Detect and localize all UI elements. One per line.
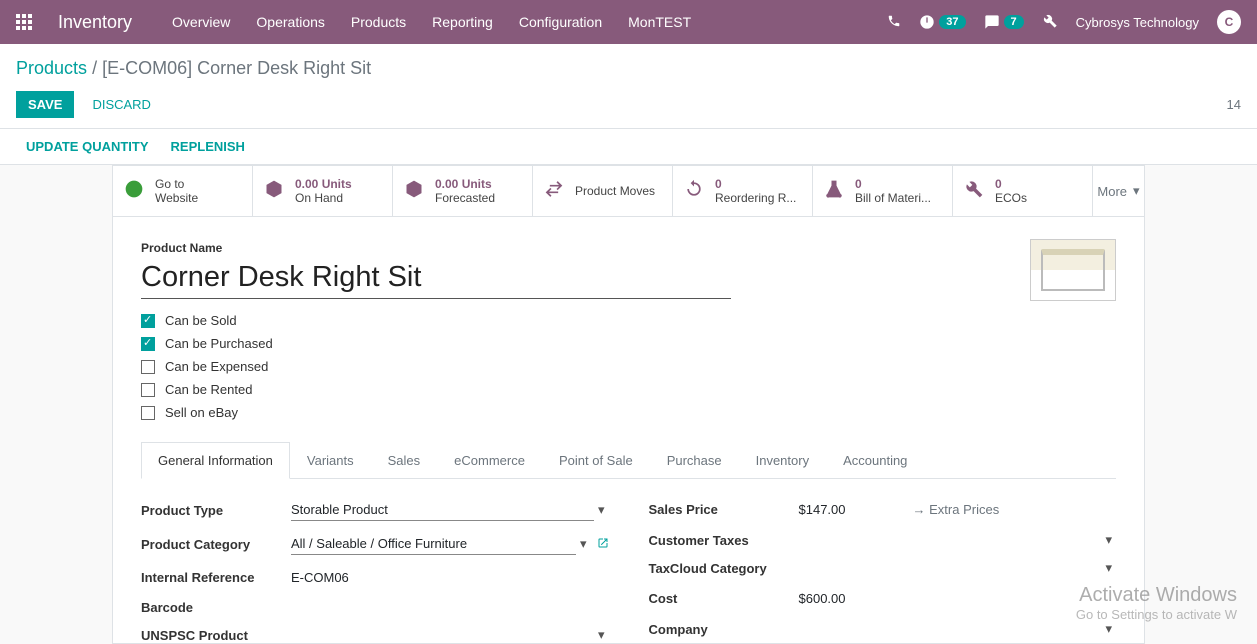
check-can-be-purchased[interactable]: Can be Purchased — [141, 336, 1116, 351]
stat-moves[interactable]: Product Moves — [533, 166, 673, 216]
brand[interactable]: Inventory — [58, 12, 132, 33]
action-bar: SAVE DISCARD 14 — [0, 87, 1257, 129]
tab-pos[interactable]: Point of Sale — [542, 442, 650, 478]
user-name[interactable]: Cybrosys Technology — [1076, 15, 1199, 30]
tab-accounting[interactable]: Accounting — [826, 442, 924, 478]
label-barcode: Barcode — [141, 600, 291, 615]
chat-icon[interactable]: 7 — [984, 14, 1024, 30]
sub-action-bar: UPDATE QUANTITY REPLENISH — [0, 129, 1257, 165]
tab-general-information[interactable]: General Information — [141, 442, 290, 479]
label-internal-ref: Internal Reference — [141, 570, 291, 585]
wrench-icon — [963, 179, 985, 204]
nav-reporting[interactable]: Reporting — [432, 14, 493, 30]
input-cost[interactable]: $600.00 — [799, 588, 1117, 609]
input-product-category[interactable]: All / Saleable / Office Furniture — [291, 533, 576, 555]
check-can-be-sold[interactable]: Can be Sold — [141, 313, 1116, 328]
cubes-icon — [263, 179, 285, 204]
activity-badge: 37 — [939, 15, 965, 29]
label-unspsc: UNSPSC Product — [141, 628, 291, 643]
top-nav: Overview Operations Products Reporting C… — [172, 14, 691, 30]
topbar: Inventory Overview Operations Products R… — [0, 0, 1257, 44]
tabs: General Information Variants Sales eComm… — [141, 442, 1116, 479]
chevron-down-icon[interactable]: ▾ — [576, 536, 591, 552]
nav-configuration[interactable]: Configuration — [519, 14, 602, 30]
input-internal-ref[interactable]: E-COM06 — [291, 567, 609, 588]
breadcrumb: Products / [E-COM06] Corner Desk Right S… — [0, 44, 1257, 87]
stat-buttons: Go toWebsite 0.00 UnitsOn Hand 0.00 Unit… — [113, 166, 1144, 217]
label-customer-taxes: Customer Taxes — [649, 533, 799, 548]
chat-badge: 7 — [1004, 15, 1024, 29]
form-sheet: Go toWebsite 0.00 UnitsOn Hand 0.00 Unit… — [112, 165, 1145, 644]
stat-forecast[interactable]: 0.00 UnitsForecasted — [393, 166, 533, 216]
chevron-down-icon[interactable]: ▾ — [594, 627, 609, 643]
globe-icon — [123, 179, 145, 204]
wrench-icon[interactable] — [1042, 13, 1058, 32]
product-name-label: Product Name — [141, 241, 1116, 255]
check-can-be-expensed[interactable]: Can be Expensed — [141, 359, 1116, 374]
nav-overview[interactable]: Overview — [172, 14, 230, 30]
input-taxcloud[interactable] — [799, 565, 1102, 571]
nav-operations[interactable]: Operations — [256, 14, 324, 30]
topbar-right: 37 7 Cybrosys Technology C — [887, 10, 1241, 34]
check-sell-on-ebay[interactable]: Sell on eBay — [141, 405, 1116, 420]
stat-website[interactable]: Go toWebsite — [113, 166, 253, 216]
chevron-down-icon[interactable]: ▾ — [1101, 532, 1116, 548]
avatar[interactable]: C — [1217, 10, 1241, 34]
stat-reorder[interactable]: 0Reordering R... — [673, 166, 813, 216]
stat-more[interactable]: More▾ — [1093, 166, 1144, 216]
input-product-type[interactable]: Storable Product — [291, 499, 594, 521]
product-image[interactable] — [1030, 239, 1116, 301]
product-name-input[interactable] — [141, 259, 731, 299]
chevron-down-icon[interactable]: ▾ — [594, 502, 609, 518]
input-company[interactable] — [799, 626, 1102, 632]
input-sales-price[interactable]: $147.00 — [799, 499, 899, 520]
chevron-down-icon[interactable]: ▾ — [1101, 560, 1116, 576]
external-link-icon[interactable] — [597, 537, 609, 552]
tab-purchase[interactable]: Purchase — [650, 442, 739, 478]
phone-icon[interactable] — [887, 14, 901, 31]
label-company: Company — [649, 622, 799, 637]
input-customer-taxes[interactable] — [799, 537, 1102, 543]
save-button[interactable]: SAVE — [16, 91, 74, 118]
nav-products[interactable]: Products — [351, 14, 406, 30]
flask-icon — [823, 179, 845, 204]
check-can-be-rented[interactable]: Can be Rented — [141, 382, 1116, 397]
label-cost: Cost — [649, 591, 799, 606]
cubes-icon — [403, 179, 425, 204]
stat-bom[interactable]: 0Bill of Materi... — [813, 166, 953, 216]
update-quantity-button[interactable]: UPDATE QUANTITY — [26, 139, 149, 154]
label-product-category: Product Category — [141, 537, 291, 552]
label-taxcloud: TaxCloud Category — [649, 561, 799, 576]
label-product-type: Product Type — [141, 503, 291, 518]
apps-icon[interactable] — [16, 14, 32, 30]
tab-inventory[interactable]: Inventory — [739, 442, 826, 478]
input-unspsc[interactable] — [291, 632, 594, 638]
input-barcode[interactable] — [291, 605, 609, 611]
breadcrumb-root[interactable]: Products — [16, 58, 87, 78]
pager[interactable]: 14 — [1227, 97, 1241, 112]
discard-button[interactable]: DISCARD — [92, 97, 151, 112]
chevron-down-icon: ▾ — [1133, 183, 1140, 199]
stat-ecos[interactable]: 0ECOs — [953, 166, 1093, 216]
refresh-icon — [683, 179, 705, 204]
exchange-icon — [543, 179, 565, 204]
activity-icon[interactable]: 37 — [919, 14, 965, 30]
breadcrumb-current: [E-COM06] Corner Desk Right Sit — [102, 58, 371, 78]
tab-sales[interactable]: Sales — [371, 442, 438, 478]
stat-onhand[interactable]: 0.00 UnitsOn Hand — [253, 166, 393, 216]
tab-variants[interactable]: Variants — [290, 442, 371, 478]
label-sales-price: Sales Price — [649, 502, 799, 517]
chevron-down-icon[interactable]: ▾ — [1101, 621, 1116, 637]
nav-montest[interactable]: MonTEST — [628, 14, 691, 30]
tab-ecommerce[interactable]: eCommerce — [437, 442, 542, 478]
extra-prices-link[interactable]: Extra Prices — [913, 502, 1000, 517]
replenish-button[interactable]: REPLENISH — [171, 139, 245, 154]
